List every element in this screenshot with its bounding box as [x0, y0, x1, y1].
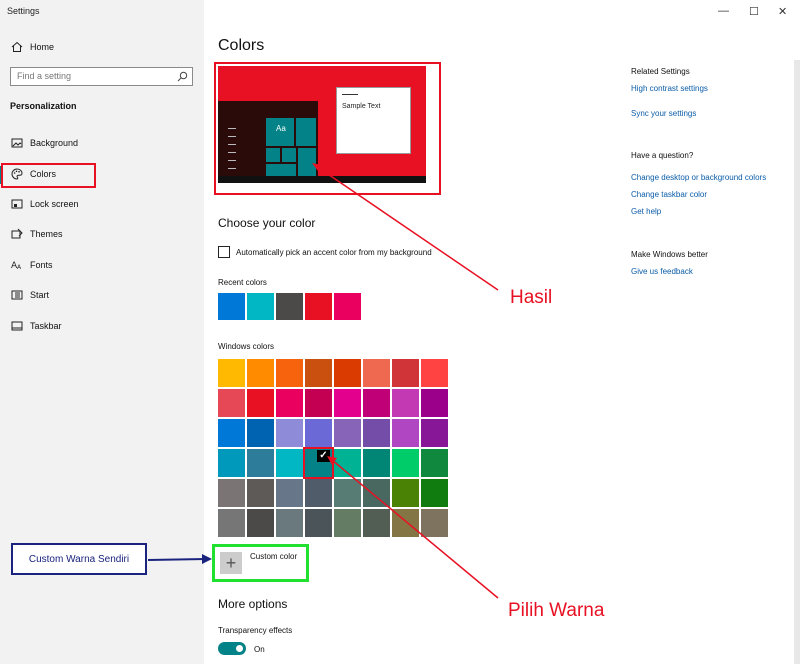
pick-color-annotation: Pilih Warna [508, 600, 605, 621]
result-annotation: Hasil [510, 287, 553, 308]
settings-window: Settings Home Find a setting Personaliza… [0, 0, 800, 664]
custom-color-annotation: Custom Warna Sendiri [11, 543, 147, 575]
result-arrow [315, 165, 499, 291]
pick-arrow [331, 459, 499, 599]
custom-arrow [147, 558, 207, 561]
custom-arrowhead [202, 554, 212, 564]
